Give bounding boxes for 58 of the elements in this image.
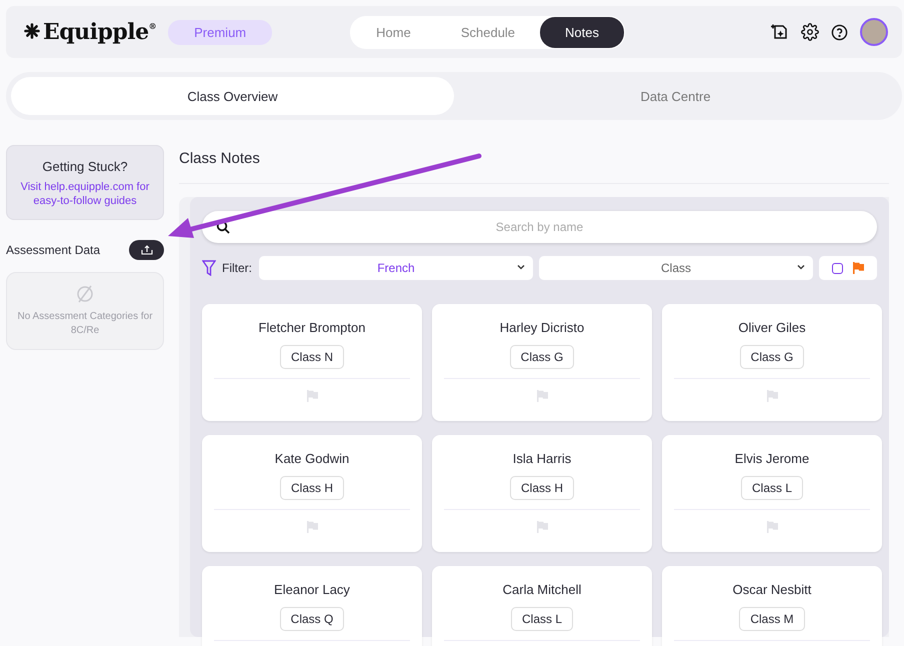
plan-badge: Premium (168, 20, 272, 44)
student-name: Carla Mitchell (502, 582, 582, 597)
nav-tab[interactable]: Home (351, 16, 436, 48)
chevron-down-icon (797, 264, 805, 270)
section-title: Class Notes (179, 150, 889, 184)
student-card[interactable]: Carla Mitchell Class L (432, 566, 652, 646)
assessment-label: Assessment Data (6, 243, 100, 257)
search-icon (216, 220, 230, 234)
avatar[interactable] (860, 18, 888, 46)
upload-button[interactable] (129, 240, 164, 260)
search-field[interactable]: Search by name (202, 211, 877, 243)
nav-tab[interactable]: Notes (540, 16, 624, 48)
empty-state-text: No Assessment Categories for 8C/Re (16, 310, 154, 338)
flag-filter-checkbox[interactable] (832, 262, 842, 274)
filter-label: Filter: (222, 261, 252, 275)
registered-mark: ® (148, 21, 156, 31)
class-tag[interactable]: Class Q (280, 607, 344, 631)
filter-icon (202, 260, 216, 276)
student-name: Harley Dicristo (500, 320, 584, 335)
student-name: Elvis Jerome (734, 451, 810, 466)
chevron-down-icon (517, 264, 525, 270)
view-tab[interactable]: Class Overview (11, 77, 454, 115)
help-link[interactable]: Visit help.equipple.com for easy-to-follow guides (13, 180, 157, 208)
help-icon[interactable] (831, 24, 848, 40)
student-card[interactable]: Fletcher Brompton Class N (202, 304, 422, 421)
student-card[interactable]: Isla Harris Class H (432, 435, 652, 552)
upload-icon (140, 245, 152, 255)
class-tag[interactable]: Class G (510, 345, 574, 369)
class-tag[interactable]: Class M (739, 607, 805, 631)
class-tag[interactable]: Class H (280, 476, 344, 500)
class-tag[interactable]: Class G (740, 345, 804, 369)
student-name: Oliver Giles (738, 320, 806, 335)
flag-icon (850, 261, 864, 275)
student-card[interactable]: Oscar Nesbitt Class M (662, 566, 882, 646)
help-title: Getting Stuck? (41, 159, 129, 174)
nav-tab[interactable]: Schedule (436, 16, 540, 48)
student-name: Eleanor Lacy (274, 582, 350, 597)
student-name: Kate Godwin (274, 451, 350, 466)
student-card[interactable]: Harley Dicristo Class G (432, 304, 652, 421)
subject-dropdown[interactable]: French (259, 256, 533, 280)
class-tag[interactable]: Class L (740, 476, 803, 500)
asterisk-logo-icon (24, 23, 40, 39)
student-name: Fletcher Brompton (258, 320, 366, 335)
student-card[interactable]: Kate Godwin Class H (202, 435, 422, 552)
student-card[interactable]: Eleanor Lacy Class Q (202, 566, 422, 646)
student-card[interactable]: Elvis Jerome Class L (662, 435, 882, 552)
student-name: Isla Harris (512, 451, 572, 466)
settings-icon[interactable] (801, 23, 819, 41)
class-tag[interactable]: Class H (510, 476, 574, 500)
student-name: Oscar Nesbitt (732, 582, 812, 597)
student-card[interactable]: Oliver Giles Class G (662, 304, 882, 421)
view-tab[interactable]: Data Centre (454, 77, 897, 115)
logo-text: Equipple (43, 19, 149, 45)
sparkle-note-icon[interactable] (771, 23, 789, 41)
class-tag[interactable]: Class N (280, 345, 344, 369)
empty-set-icon (76, 284, 94, 304)
class-dropdown[interactable]: Class (539, 256, 813, 280)
class-tag[interactable]: Class L (510, 607, 573, 631)
